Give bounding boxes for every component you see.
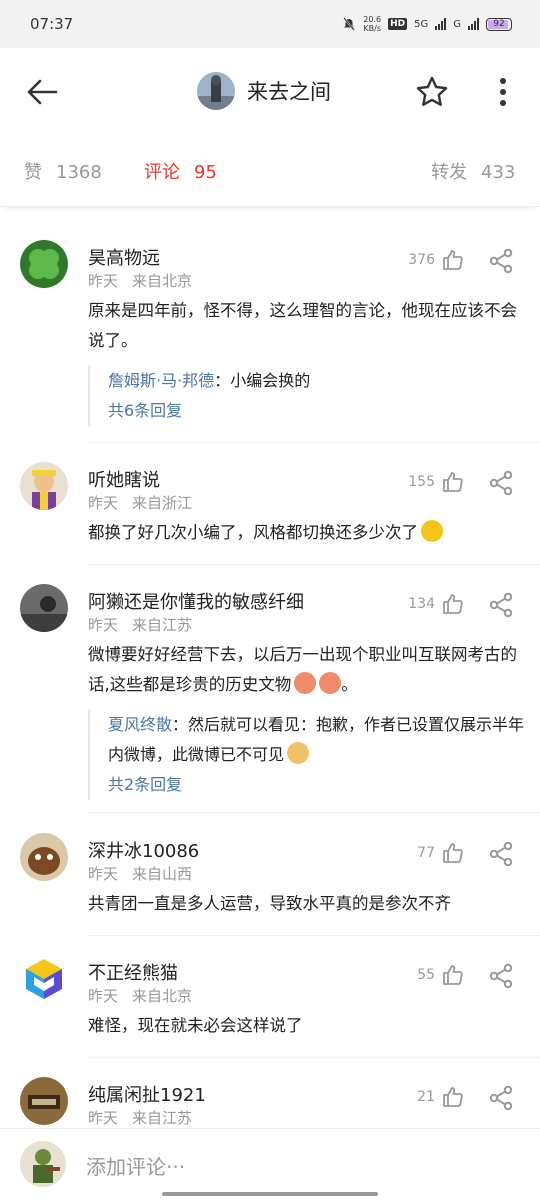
thumbs-up-icon — [443, 472, 463, 492]
status-bar: 07:37 20.6 KB/s HD 5G G 92 — [0, 0, 540, 48]
tab-reposts[interactable]: 转发 433 — [431, 158, 515, 184]
share-icon[interactable] — [488, 841, 514, 867]
like-button[interactable]: 134 — [408, 592, 465, 616]
more-replies-link[interactable]: 共6条回复 — [108, 396, 538, 426]
user-avatar[interactable] — [20, 1141, 66, 1187]
more-replies-link[interactable]: 共2条回复 — [108, 770, 538, 800]
reply-author[interactable]: 詹姆斯·马·邦德 — [108, 371, 214, 390]
comment-meta: 昨天 来自北京 — [88, 987, 193, 1005]
comment-input-bar: 添加评论··· — [0, 1128, 540, 1201]
signal-icon-2 — [468, 18, 479, 30]
comment-text: 都换了好几次小编了，风格都切换还多少次了 — [88, 518, 522, 548]
battery-icon: 92 — [486, 17, 512, 31]
comment-meta: 昨天 来自浙江 — [88, 494, 193, 512]
reply-box[interactable]: 詹姆斯·马·邦德：小编会换的 共6条回复 — [88, 366, 538, 426]
hd-icon: HD — [388, 18, 408, 30]
mute-icon — [343, 17, 356, 31]
thumbs-up-icon — [443, 843, 463, 863]
divider — [88, 564, 540, 565]
reply-line: 夏风终散：然后就可以看见：抱歉，作者已设置仅展示半年内微博，此微博已不可见 — [108, 710, 538, 770]
share-icon[interactable] — [488, 1085, 514, 1111]
more-vertical-icon[interactable] — [490, 74, 516, 110]
sim1-label: 5G — [414, 18, 429, 30]
share-icon[interactable] — [488, 963, 514, 989]
reply-author[interactable]: 夏风终散 — [108, 715, 172, 734]
commenter-name[interactable]: 听她瞎说 — [88, 466, 160, 492]
status-time: 07:37 — [30, 15, 74, 33]
commenter-name[interactable]: 纯属闲扯1921 — [88, 1081, 206, 1107]
like-button[interactable]: 376 — [408, 248, 465, 272]
net-speed: 20.6 KB/s — [363, 15, 382, 33]
commenter-name[interactable]: 昊高物远 — [88, 244, 160, 270]
back-arrow-icon[interactable] — [22, 72, 62, 112]
thumbs-up-icon — [443, 250, 463, 270]
commenter-avatar[interactable] — [20, 462, 68, 510]
share-icon[interactable] — [488, 592, 514, 618]
star-icon[interactable] — [414, 74, 450, 110]
comment-meta: 昨天 来自江苏 — [88, 1109, 193, 1127]
divider — [88, 442, 540, 443]
like-button[interactable]: 155 — [408, 470, 465, 494]
tab-likes[interactable]: 赞 1368 — [24, 158, 102, 184]
sim2-label: G — [453, 18, 461, 30]
tab-bar: 赞 1368 评论 95 转发 433 — [0, 136, 540, 207]
commenter-avatar[interactable] — [20, 955, 68, 1003]
commenter-avatar[interactable] — [20, 240, 68, 288]
author-avatar[interactable] — [197, 72, 235, 110]
reply-line: 詹姆斯·马·邦德：小编会换的 — [108, 366, 538, 396]
thumbs-up-icon — [443, 594, 463, 614]
comment-meta: 昨天 来自北京 — [88, 272, 193, 290]
divider — [88, 935, 540, 936]
comment-text: 难怪，现在就未必会这样说了 — [88, 1016, 303, 1035]
app-header: 来去之间 — [0, 48, 540, 136]
comment-input[interactable]: 添加评论··· — [86, 1151, 185, 1180]
crying-laugh-emoji-icon — [421, 520, 443, 542]
commenter-name[interactable]: 深井冰10086 — [88, 837, 199, 863]
comment-meta: 昨天 来自江苏 — [88, 616, 193, 634]
tab-comments[interactable]: 评论 95 — [144, 158, 217, 184]
commenter-avatar[interactable] — [20, 1077, 68, 1125]
comment-text: 微博要好好经营下去，以后万一出现个职业叫互联网考古的话,这些都是珍贵的历史文物。 — [88, 645, 517, 694]
comment-meta: 昨天 来自山西 — [88, 865, 193, 883]
like-button[interactable]: 77 — [417, 841, 465, 865]
comment-text: 共青团一直是多人运营，导致水平真的是参次不齐 — [88, 894, 451, 913]
commenter-name[interactable]: 阿獭还是你懂我的敏感纤细 — [88, 588, 304, 614]
title-group[interactable]: 来去之间 — [197, 72, 331, 110]
status-icons: 20.6 KB/s HD 5G G 92 — [342, 15, 512, 33]
doge-emoji-icon — [287, 742, 310, 764]
pig-face-emoji-icon — [294, 672, 317, 694]
commenter-name[interactable]: 不正经熊猫 — [88, 959, 178, 985]
commenter-avatar[interactable] — [20, 584, 68, 632]
commenter-avatar[interactable] — [20, 833, 68, 881]
page-title: 来去之间 — [247, 80, 331, 104]
reply-box[interactable]: 夏风终散：然后就可以看见：抱歉，作者已设置仅展示半年内微博，此微博已不可见 共2… — [88, 710, 538, 800]
comment-text: 原来是四年前，怪不得，这么理智的言论，他现在应该不会说了。 — [88, 301, 517, 350]
like-button[interactable]: 21 — [417, 1085, 465, 1109]
pig-face-emoji-icon — [319, 672, 342, 694]
thumbs-up-icon — [443, 1087, 463, 1107]
share-icon[interactable] — [488, 470, 514, 496]
share-icon[interactable] — [488, 248, 514, 274]
reply-text: ：小编会换的 — [214, 371, 311, 390]
home-indicator — [162, 1192, 378, 1196]
divider — [88, 1057, 540, 1058]
signal-icon — [435, 18, 447, 30]
like-button[interactable]: 55 — [417, 963, 465, 987]
divider — [88, 812, 540, 813]
thumbs-up-icon — [443, 965, 463, 985]
